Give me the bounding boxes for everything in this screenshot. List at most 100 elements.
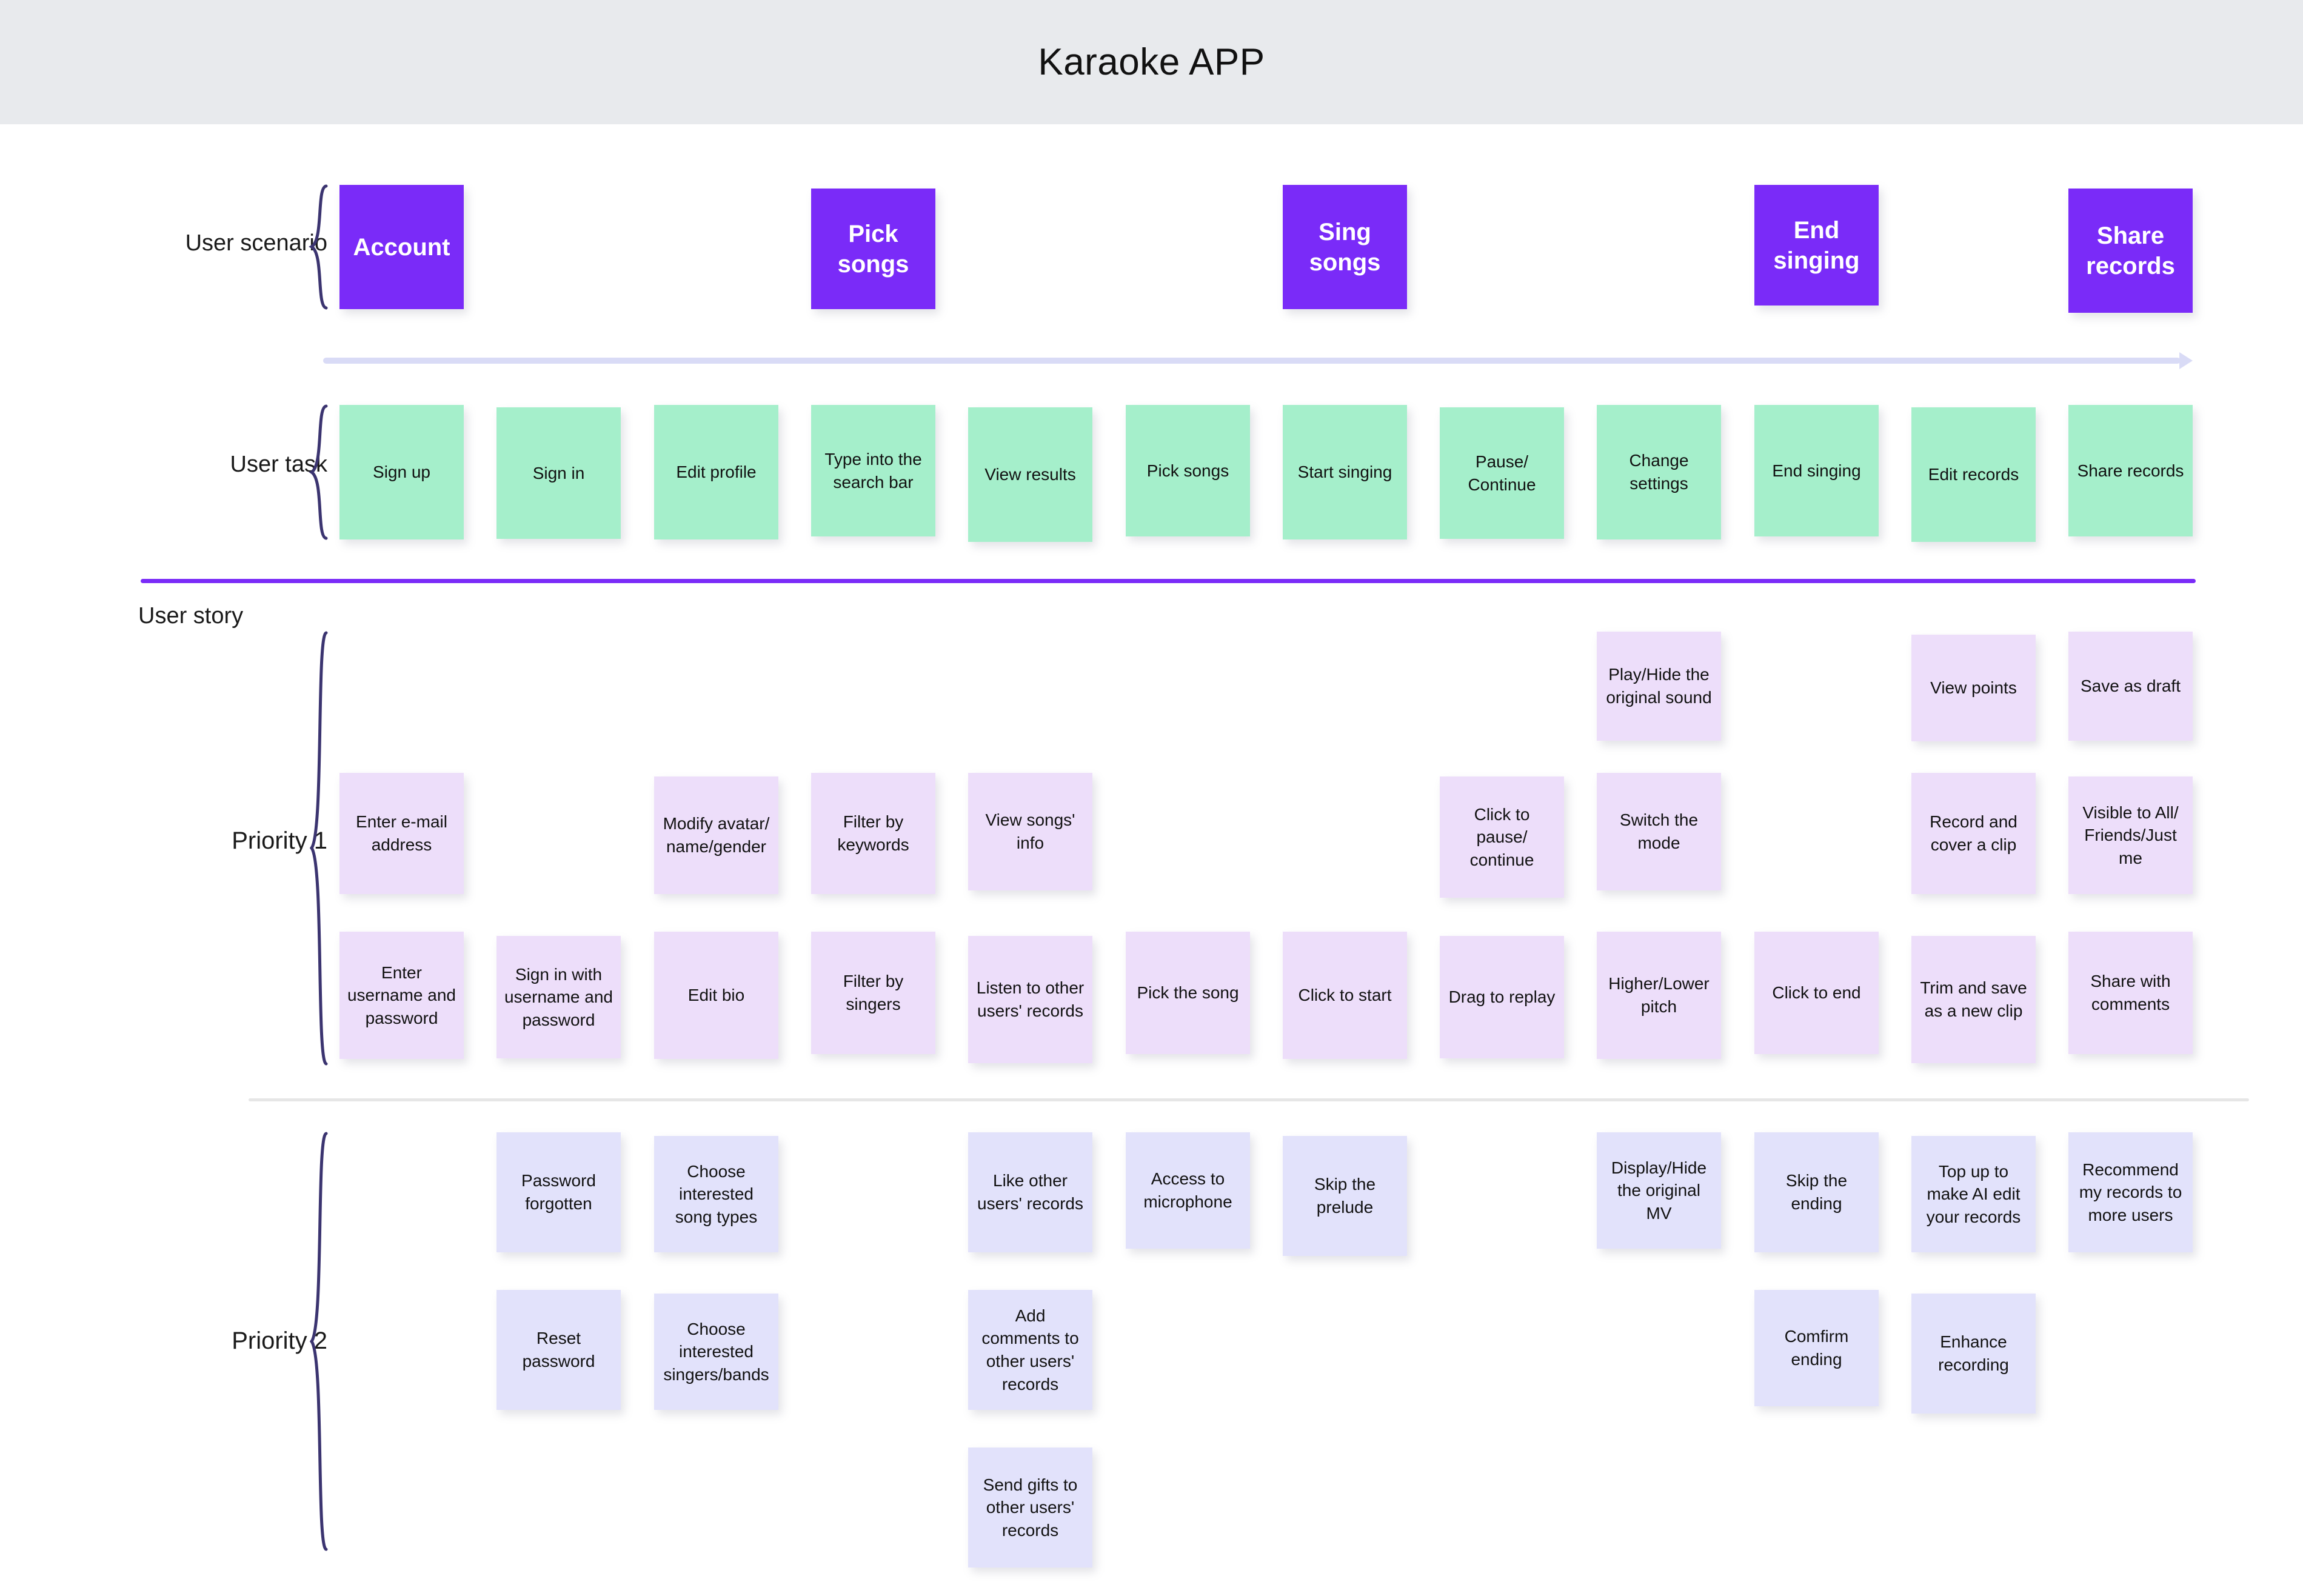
story-card-p2[interactable]: Send gifts to other users' records [968, 1447, 1092, 1568]
story-card-p1[interactable]: Visible to All/Friends/Just me [2068, 776, 2193, 894]
story-card-p1[interactable]: Sign in with username and password [496, 936, 621, 1058]
story-card-p1[interactable]: Higher/Lower pitch [1597, 932, 1721, 1059]
story-card-p2[interactable]: Reset password [496, 1290, 621, 1410]
story-card-p1-label: Trim and save as a new clip [1920, 978, 2027, 1020]
scenario-card[interactable]: End singing [1754, 185, 1879, 306]
story-card-p1[interactable]: Edit bio [654, 932, 778, 1059]
story-card-p2[interactable]: Skip the ending [1754, 1132, 1879, 1252]
row-label-user-scenario: User scenario [185, 230, 327, 256]
task-card[interactable]: Start singing [1283, 405, 1407, 539]
story-card-p1-label: Filter by keywords [837, 812, 909, 854]
story-card-p2[interactable]: Add comments to other users' records [968, 1290, 1092, 1410]
story-card-p1[interactable]: Modify avatar/name/gender [654, 776, 778, 894]
story-card-p1-label: Enter e-mail address [356, 812, 447, 854]
story-card-p2[interactable]: Display/Hide the original MV [1597, 1132, 1721, 1249]
task-card-label: Pick songs [1146, 461, 1229, 480]
story-card-p1[interactable]: Filter by keywords [811, 773, 935, 894]
task-card-label: Start singing [1297, 462, 1392, 482]
scenario-card-label: End singing [1773, 216, 1860, 274]
scenario-card-label: Account [353, 233, 450, 261]
story-card-p1-label: Share with comments [2090, 972, 2171, 1013]
task-card-label: Type into the search bar [824, 449, 922, 492]
story-card-p1-label: Pick the song [1137, 983, 1239, 1003]
scenario-card-label: Pick songs [837, 220, 909, 278]
divider-user-story [141, 579, 2196, 583]
task-card[interactable]: Share records [2068, 405, 2193, 536]
story-card-p1[interactable]: Record and cover a clip [1911, 773, 2036, 894]
story-card-p2-label: Choose interested song types [675, 1161, 758, 1226]
story-card-p1[interactable]: Click to pause/continue [1440, 776, 1564, 898]
task-card-label: Sign up [373, 462, 430, 482]
story-card-p1[interactable]: Play/Hide the original sound [1597, 632, 1721, 741]
task-card[interactable]: Edit profile [654, 405, 778, 539]
story-card-p1[interactable]: Drag to replay [1440, 936, 1564, 1058]
story-card-p2[interactable]: Comfirm ending [1754, 1290, 1879, 1406]
story-card-p1-label: Visible to All/Friends/Just me [2082, 803, 2179, 867]
scenario-card-label: Share records [2086, 222, 2175, 279]
story-card-p2-label: Add comments to other users' records [981, 1306, 1079, 1394]
story-card-p1-label: Click to end [1772, 983, 1861, 1003]
task-card[interactable]: End singing [1754, 405, 1879, 536]
timeline-arrow-line [323, 358, 2181, 364]
story-card-p2[interactable]: Enhance recording [1911, 1294, 2036, 1414]
story-card-p1[interactable]: View songs' info [968, 773, 1092, 890]
story-card-p1[interactable]: View points [1911, 635, 2036, 741]
story-card-p2-label: Skip the prelude [1314, 1175, 1376, 1217]
story-card-p1-label: Higher/Lower pitch [1608, 974, 1710, 1016]
story-card-p1[interactable]: Save as draft [2068, 632, 2193, 741]
story-card-p1-label: Save as draft [2081, 676, 2181, 696]
story-card-p1-label: View points [1930, 678, 2017, 698]
story-card-p2-label: Reset password [522, 1329, 595, 1371]
scenario-card[interactable]: Account [339, 185, 464, 309]
story-card-p1[interactable]: Share with comments [2068, 932, 2193, 1054]
story-card-p1[interactable]: Click to end [1754, 932, 1879, 1054]
task-card-label: View results [984, 465, 1076, 484]
story-card-p2[interactable]: Top up to make AI edit your records [1911, 1136, 2036, 1252]
story-card-p2-label: Display/Hide the original MV [1611, 1158, 1707, 1223]
scenario-card[interactable]: Share records [2068, 189, 2193, 313]
task-card[interactable]: Pick songs [1126, 405, 1250, 536]
task-card-label: Sign in [532, 463, 585, 482]
story-card-p1-label: Enter username and password [347, 963, 456, 1027]
story-card-p2[interactable]: Like other users' records [968, 1132, 1092, 1252]
task-card[interactable]: Pause/Continue [1440, 407, 1564, 539]
story-card-p1-label: Modify avatar/name/gender [663, 814, 770, 856]
timeline-arrow-head [2179, 352, 2193, 369]
story-card-p1[interactable]: Enter e-mail address [339, 773, 464, 894]
story-card-p1-label: Click to start [1298, 986, 1392, 1005]
story-card-p1[interactable]: Listen to other users' records [968, 936, 1092, 1063]
story-card-p1[interactable]: Pick the song [1126, 932, 1250, 1054]
story-card-p1[interactable]: Enter username and password [339, 932, 464, 1059]
task-card[interactable]: Sign up [339, 405, 464, 539]
story-card-p1-label: Switch the mode [1619, 810, 1699, 852]
story-card-p1[interactable]: Trim and save as a new clip [1911, 936, 2036, 1063]
story-card-p2-label: Like other users' records [977, 1171, 1083, 1213]
task-card[interactable]: Sign in [496, 407, 621, 539]
scenario-card[interactable]: Sing songs [1283, 185, 1407, 309]
story-card-p2-label: Comfirm ending [1784, 1327, 1849, 1369]
story-card-p2-label: Access to microphone [1143, 1169, 1232, 1211]
story-card-p1-label: Edit bio [687, 986, 745, 1005]
story-card-p1-label: Listen to other users' records [976, 978, 1085, 1020]
task-card[interactable]: Type into the search bar [811, 405, 935, 536]
task-card[interactable]: View results [968, 407, 1092, 542]
story-card-p1-label: Record and cover a clip [1930, 812, 2017, 854]
story-card-p1-label: Drag to replay [1448, 987, 1556, 1007]
story-card-p2[interactable]: Skip the prelude [1283, 1136, 1407, 1256]
row-label-priority-2: Priority 2 [232, 1327, 327, 1354]
story-card-p1-label: Filter by singers [843, 972, 904, 1013]
story-card-p1[interactable]: Switch the mode [1597, 773, 1721, 890]
page-title: Karaoke APP [1038, 41, 1265, 83]
story-card-p1[interactable]: Click to start [1283, 932, 1407, 1059]
story-card-p2[interactable]: Password forgotten [496, 1132, 621, 1252]
task-card-label: Share records [2077, 461, 2184, 480]
scenario-card[interactable]: Pick songs [811, 189, 935, 309]
story-card-p1[interactable]: Filter by singers [811, 932, 935, 1054]
story-card-p2[interactable]: Choose interested singers/bands [654, 1294, 778, 1410]
story-card-p2[interactable]: Access to microphone [1126, 1132, 1250, 1249]
story-card-p2[interactable]: Recommend my records to more users [2068, 1132, 2193, 1252]
task-card[interactable]: Edit records [1911, 407, 2036, 542]
page-header: Karaoke APP [0, 0, 2303, 124]
story-card-p2[interactable]: Choose interested song types [654, 1136, 778, 1252]
task-card[interactable]: Change settings [1597, 405, 1721, 539]
